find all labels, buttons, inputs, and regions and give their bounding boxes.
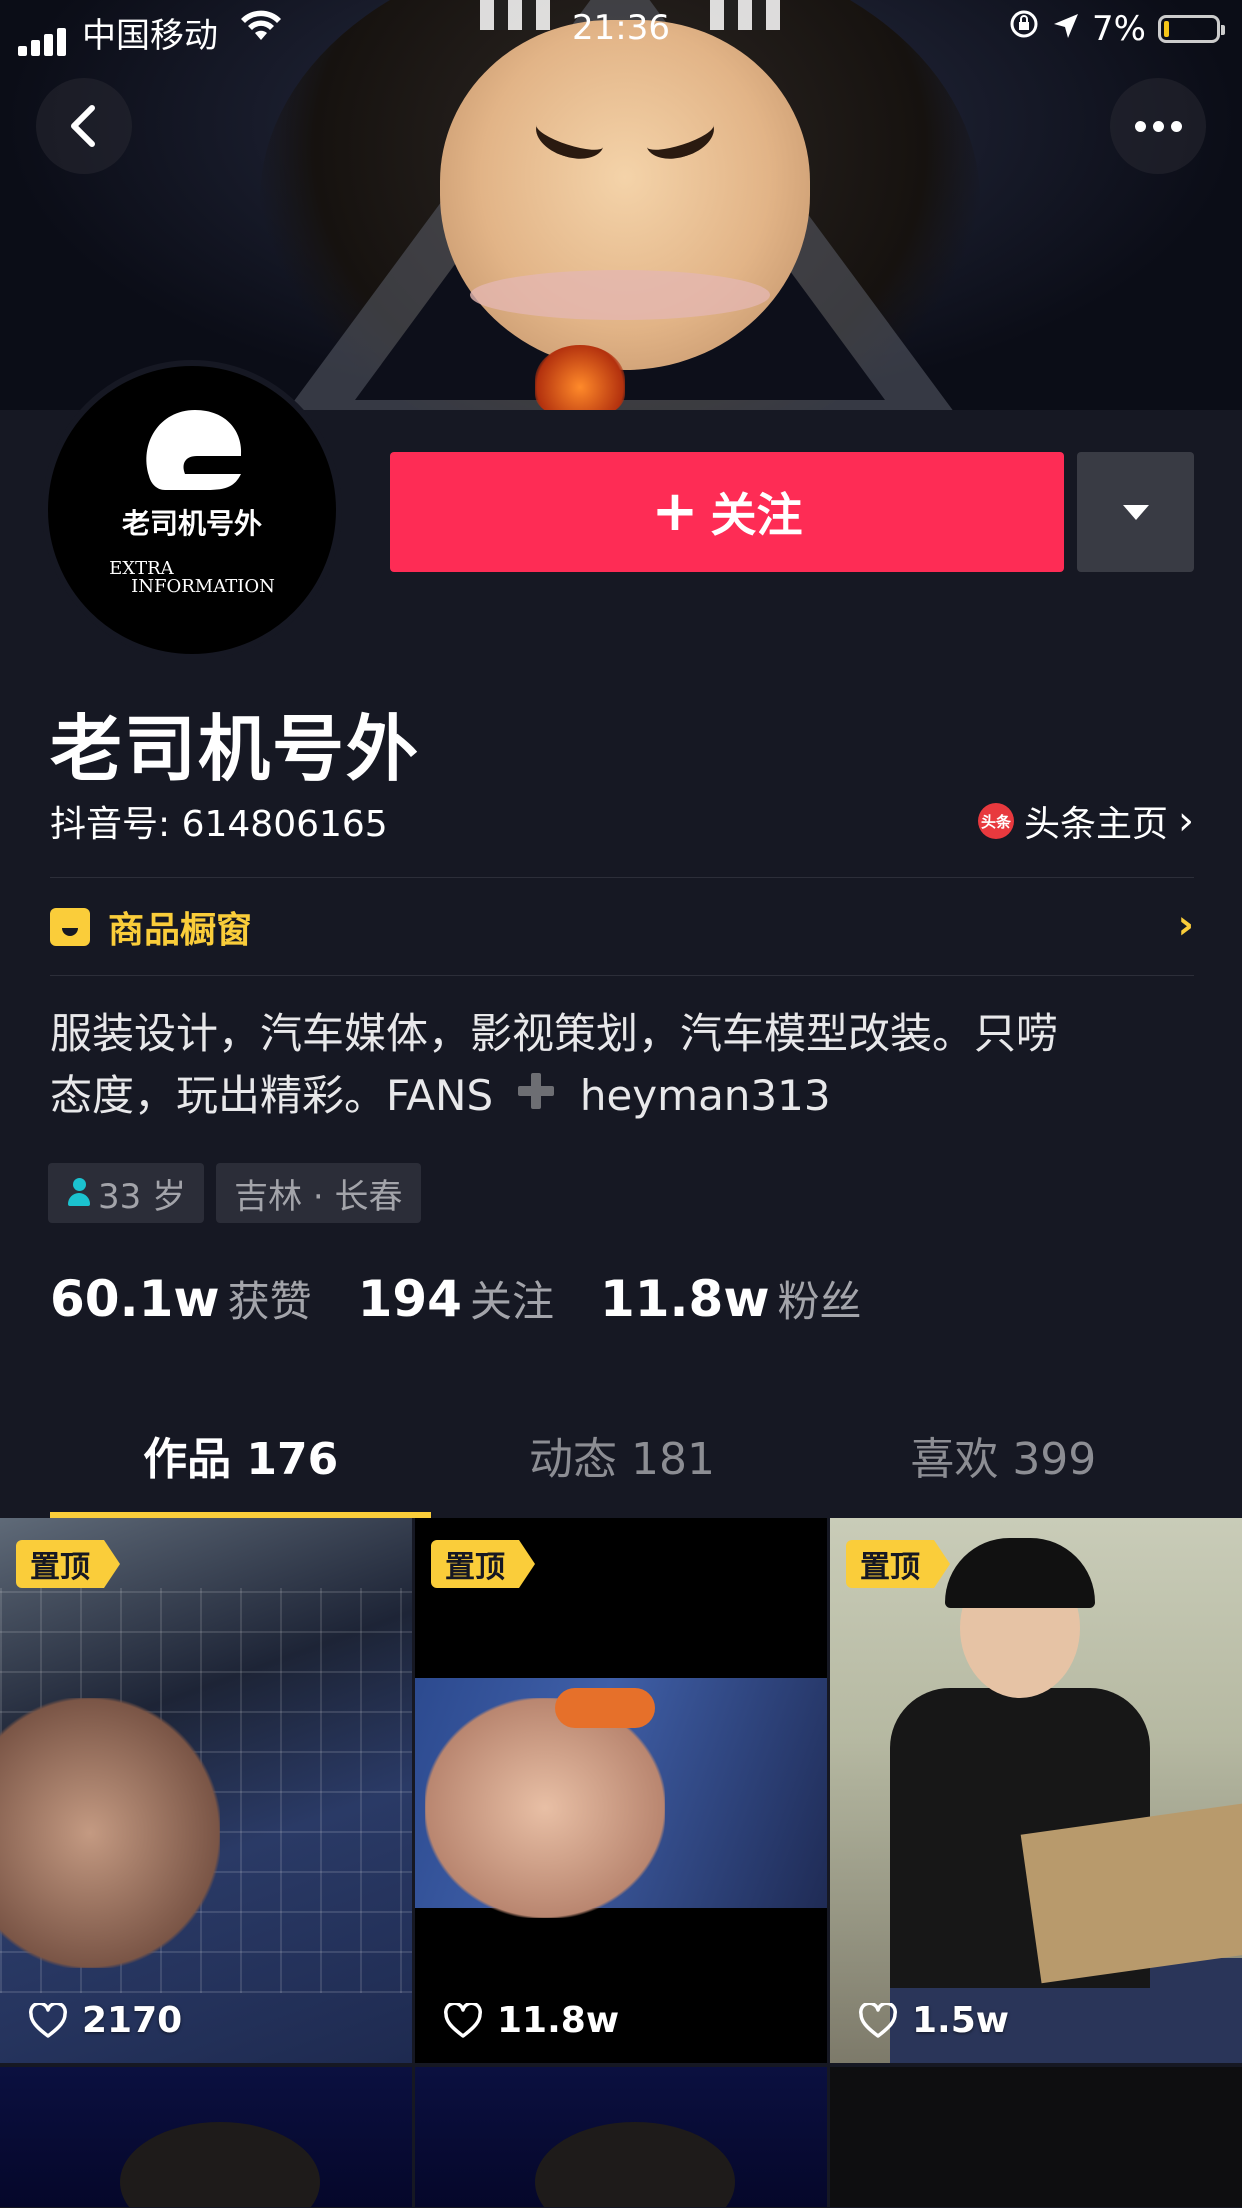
stat-following[interactable]: 194 关注 xyxy=(358,1268,554,1329)
location-arrow-icon xyxy=(1052,9,1080,49)
content-tabs: 作品 176 动态 181 喜欢 399 xyxy=(50,1410,1194,1518)
person-icon xyxy=(66,1178,92,1208)
video-thumbnail[interactable]: 置顶 11.8w xyxy=(415,1518,827,2063)
nickname: 老司机号外 xyxy=(50,707,421,791)
video-likes: 1.5w xyxy=(858,2000,1009,2041)
pinned-badge: 置顶 xyxy=(846,1540,950,1588)
avatar[interactable]: 老司机号外 EXTRA INFORMATION xyxy=(42,360,342,660)
divider xyxy=(50,877,1194,878)
douyin-id: 抖音号: 614806165 xyxy=(50,804,388,845)
toutiao-icon: 头条 xyxy=(977,803,1014,839)
caret-down-icon xyxy=(1122,504,1149,520)
plus-emoji-icon xyxy=(514,1068,558,1130)
avatar-title: 老司机号外 xyxy=(121,507,262,540)
tab-posts[interactable]: 动态 181 xyxy=(431,1410,812,1518)
heart-icon xyxy=(444,2002,482,2038)
divider xyxy=(50,975,1194,976)
tab-likes[interactable]: 喜欢 399 xyxy=(813,1410,1194,1518)
profile-stats: 60.1w 获赞 194 关注 11.8w 粉丝 xyxy=(50,1268,862,1329)
heart-icon xyxy=(29,2002,67,2038)
more-dots-icon xyxy=(1134,120,1182,132)
chevron-right-icon: › xyxy=(1178,798,1194,844)
shop-window-link[interactable]: 商品橱窗 › xyxy=(50,902,1194,952)
toutiao-label: 头条主页 xyxy=(1023,804,1168,845)
toutiao-homepage-link[interactable]: 头条 头条主页 › xyxy=(977,795,1194,847)
stat-likes: 60.1w 获赞 xyxy=(50,1270,312,1328)
avatar-subtitle: EXTRA INFORMATION xyxy=(109,558,275,597)
profile-tags: 33 岁 吉林 · 长春 xyxy=(48,1163,421,1223)
pinned-badge: 置顶 xyxy=(431,1540,535,1588)
video-grid: 置顶 2170 置顶 11.8w 置顶 1.5w xyxy=(0,1518,1242,2207)
battery-icon xyxy=(1158,14,1225,43)
more-options-button[interactable] xyxy=(1110,78,1206,174)
follow-button[interactable]: + 关注 xyxy=(390,452,1064,572)
shop-icon xyxy=(50,908,90,946)
profile-cover-image xyxy=(0,0,1242,410)
video-thumbnail[interactable]: 置顶 1.5w xyxy=(830,1518,1242,2063)
plus-icon: + xyxy=(651,479,699,544)
video-thumbnail[interactable] xyxy=(0,2067,412,2207)
video-thumbnail[interactable]: 置顶 2170 xyxy=(0,1518,412,2063)
helmet-logo-icon xyxy=(137,404,247,494)
video-likes: 2170 xyxy=(28,2000,182,2041)
bio-line: 态度，玩出精彩。FANS heyman313 xyxy=(50,1065,1194,1130)
chevron-right-icon: › xyxy=(1177,902,1194,948)
status-bar: 中国移动 21:36 7% xyxy=(0,0,1242,60)
back-button[interactable] xyxy=(36,78,132,174)
orientation-lock-icon xyxy=(1008,8,1040,49)
battery-percent: 7% xyxy=(1092,8,1146,49)
location-tag: 吉林 · 长春 xyxy=(216,1163,421,1223)
shop-label: 商品橱窗 xyxy=(108,910,253,951)
bio: 服装设计，汽车媒体，影视策划，汽车模型改装。只唠 态度，玩出精彩。FANS he… xyxy=(50,1003,1194,1130)
tab-works[interactable]: 作品 176 xyxy=(50,1410,432,1518)
video-thumbnail[interactable] xyxy=(830,2067,1242,2207)
heart-icon xyxy=(859,2002,897,2038)
video-thumbnail[interactable] xyxy=(415,2067,827,2207)
bio-line: 服装设计，汽车媒体，影视策划，汽车模型改装。只唠 xyxy=(50,1009,1059,1058)
pinned-badge: 置顶 xyxy=(16,1540,120,1588)
stat-followers[interactable]: 11.8w 粉丝 xyxy=(600,1268,862,1329)
follow-label: 关注 xyxy=(710,488,803,542)
chevron-left-icon xyxy=(71,105,95,147)
recommend-dropdown-button[interactable] xyxy=(1077,452,1194,572)
video-likes: 11.8w xyxy=(443,2000,619,2041)
age-tag: 33 岁 xyxy=(48,1163,205,1223)
